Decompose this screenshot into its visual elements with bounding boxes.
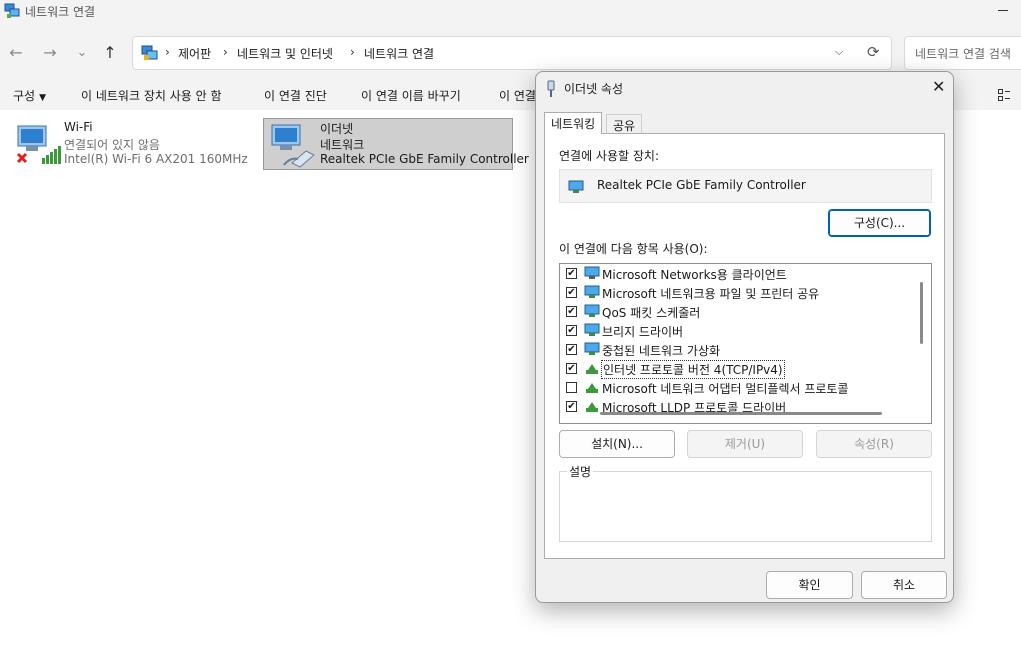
install-button[interactable]: 설치(N)... (559, 430, 675, 458)
search-input[interactable]: 네트워크 연결 검색 (904, 36, 1021, 70)
organize-label: 구성 (13, 89, 36, 103)
checkbox[interactable]: ✔ (566, 401, 577, 412)
recent-locations-button[interactable]: ⌄ (70, 41, 94, 65)
connection-item-ethernet[interactable]: 이더넷 네트워크 Realtek PCIe GbE Family Control… (263, 118, 529, 170)
address-dropdown-icon[interactable]: ⌵ (835, 45, 843, 59)
networking-tab-page: 연결에 사용할 장치: Realtek PCIe GbE Family Cont… (544, 133, 945, 559)
list-item[interactable]: ✔ 중첩된 네트워크 가상화 (566, 340, 906, 359)
back-button[interactable]: ← (4, 41, 28, 65)
list-item[interactable]: ✔ 브리지 드라이버 (566, 321, 906, 340)
components-list[interactable]: ✔ Microsoft Networks용 클라이언트 ✔ Microsoft … (559, 263, 932, 424)
tab-networking[interactable]: 네트워킹 (544, 112, 603, 134)
list-item[interactable]: ✔ QoS 패킷 스케줄러 (566, 302, 906, 321)
organize-menu[interactable]: 구성 ▼ (13, 87, 46, 104)
connection-status: 네트워크 (320, 138, 365, 152)
protocol-icon (586, 383, 598, 393)
breadcrumb-separator[interactable]: › (350, 45, 355, 59)
connection-device: Realtek PCIe GbE Family Controller (320, 152, 529, 166)
item-label: 브리지 드라이버 (602, 325, 684, 339)
disable-device-button[interactable]: 이 네트워크 장치 사용 안 함 (81, 87, 222, 104)
network-service-icon (584, 342, 600, 355)
checkbox[interactable] (566, 382, 577, 393)
window-title: 네트워크 연결 (25, 5, 96, 19)
network-service-icon (584, 323, 600, 336)
network-service-icon (584, 304, 600, 317)
device-display: Realtek PCIe GbE Family Controller (559, 169, 932, 203)
ethernet-adapter-icon (271, 124, 315, 168)
diagnose-button[interactable]: 이 연결 진단 (264, 87, 327, 104)
protocol-icon (586, 402, 598, 412)
item-label: 인터넷 프로토콜 버전 4(TCP/IPv4) (601, 360, 785, 379)
checkbox[interactable]: ✔ (566, 306, 577, 317)
list-item[interactable]: ✔ 인터넷 프로토콜 버전 4(TCP/IPv4) (566, 359, 906, 379)
breadcrumb-network-internet[interactable]: 네트워크 및 인터넷 (237, 45, 333, 62)
item-label: Microsoft Networks용 클라이언트 (602, 268, 787, 282)
control-panel-icon (141, 45, 158, 60)
breadcrumb-control-panel[interactable]: 제어판 (178, 45, 211, 62)
connection-item-wifi[interactable]: Wi-Fi 연결되어 있지 않음 Intel(R) Wi-Fi 6 AX201 … (8, 118, 258, 170)
forward-button[interactable]: → (38, 41, 62, 65)
device-name: Realtek PCIe GbE Family Controller (597, 178, 806, 192)
connection-status: 연결되어 있지 않음 (64, 138, 160, 152)
checkbox[interactable]: ✔ (566, 268, 577, 279)
item-label: Microsoft 네트워크용 파일 및 프린터 공유 (602, 287, 820, 301)
item-label: QoS 패킷 스케줄러 (602, 306, 701, 320)
items-label: 이 연결에 다음 항목 사용(O): (559, 242, 708, 256)
protocol-icon (586, 364, 598, 374)
rename-button[interactable]: 이 연결 이름 바꾸기 (361, 87, 461, 104)
caret-down-icon: ▼ (39, 93, 47, 103)
cancel-button[interactable]: 취소 (861, 571, 947, 599)
address-bar[interactable]: › 제어판 › 네트워크 및 인터넷 › 네트워크 연결 ⌵ ⟳ (132, 36, 892, 70)
checkbox[interactable]: ✔ (566, 344, 577, 355)
list-item[interactable]: ✔ Microsoft Networks용 클라이언트 (566, 264, 906, 283)
network-connections-icon (4, 3, 20, 18)
vertical-scrollbar[interactable] (920, 282, 923, 344)
network-client-icon (584, 266, 600, 279)
list-item[interactable]: Microsoft 네트워크 어댑터 멀티플렉서 프로토콜 (566, 378, 906, 397)
configure-button[interactable]: 구성(C)... (828, 209, 931, 237)
item-label: 중첩된 네트워크 가상화 (602, 344, 721, 358)
ethernet-properties-dialog: 이더넷 속성 ✕ 네트워킹 공유 연결에 사용할 장치: Realtek PCI… (535, 71, 954, 603)
connection-device: Intel(R) Wi-Fi 6 AX201 160MHz (64, 152, 248, 166)
description-label: 설명 (567, 463, 594, 480)
connection-name: Wi-Fi (64, 120, 93, 134)
checkbox[interactable]: ✔ (566, 287, 577, 298)
up-button[interactable]: ↑ (98, 41, 122, 65)
checkbox[interactable]: ✔ (566, 363, 577, 374)
breadcrumb-separator: › (165, 45, 170, 59)
ok-button[interactable]: 확인 (766, 571, 853, 599)
uninstall-button[interactable]: 제거(U) (687, 430, 803, 458)
title-bar: 네트워크 연결 (0, 0, 1021, 24)
search-placeholder: 네트워크 연결 검색 (915, 47, 1011, 61)
breadcrumb-network-connections[interactable]: 네트워크 연결 (364, 45, 434, 62)
network-adapter-icon (568, 180, 584, 193)
minimize-button[interactable] (998, 10, 1008, 11)
connect-using-label: 연결에 사용할 장치: (559, 149, 659, 163)
refresh-icon[interactable]: ⟳ (867, 43, 880, 61)
item-label: Microsoft 네트워크 어댑터 멀티플렉서 프로토콜 (602, 382, 849, 396)
checkbox[interactable]: ✔ (566, 325, 577, 336)
close-icon[interactable]: ✕ (932, 77, 945, 96)
connection-name: 이더넷 (320, 122, 354, 136)
view-options-icon[interactable] (998, 89, 1010, 101)
properties-button[interactable]: 속성(R) (816, 430, 932, 458)
breadcrumb-separator[interactable]: › (223, 45, 228, 59)
more-commands-button[interactable]: 이 연결 (499, 87, 536, 104)
network-service-icon (584, 285, 600, 298)
ethernet-plug-icon (547, 80, 555, 97)
description-group (559, 471, 932, 542)
wifi-adapter-icon (16, 125, 61, 164)
dialog-title: 이더넷 속성 (564, 82, 624, 96)
list-item[interactable]: ✔ Microsoft 네트워크용 파일 및 프린터 공유 (566, 283, 906, 302)
horizontal-scrollbar[interactable] (600, 412, 882, 415)
